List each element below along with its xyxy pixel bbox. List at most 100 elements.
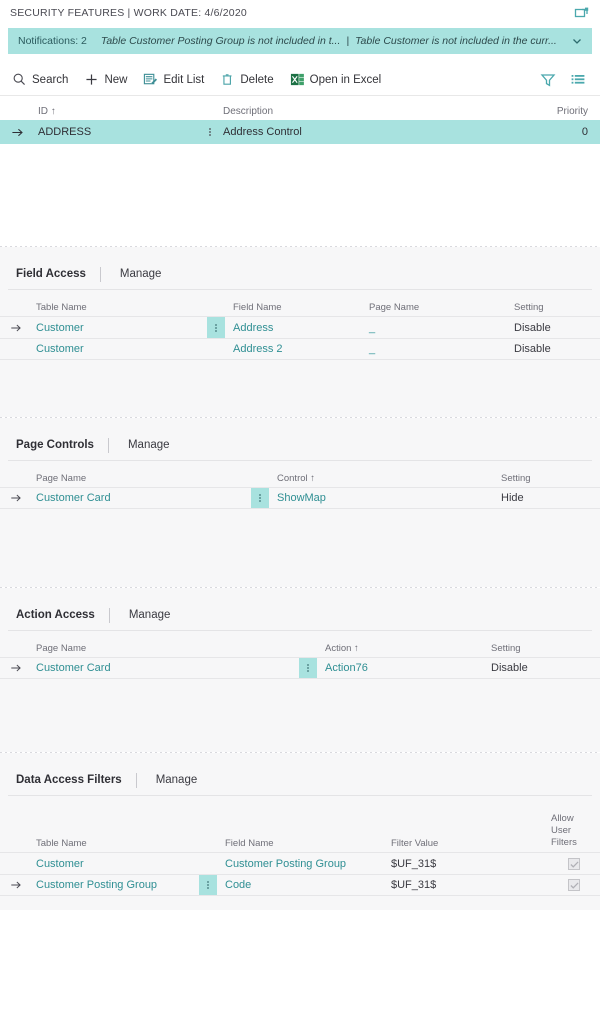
row-menu-button[interactable] [201, 120, 219, 144]
allow-user-filters-checkbox[interactable] [567, 879, 580, 891]
row-menu-button[interactable] [199, 853, 217, 874]
cell-page-name[interactable]: _ [365, 322, 510, 334]
filter-icon[interactable] [540, 72, 556, 88]
cell-page-name[interactable]: Customer Card [32, 662, 299, 674]
security-features-grid: ID ↑ Description Priority ADDRESS Addres… [0, 96, 600, 246]
row-menu-button[interactable] [299, 658, 317, 678]
new-button[interactable]: New [84, 72, 127, 87]
cell-table-name[interactable]: Customer [32, 343, 207, 355]
notification-message-2[interactable]: Table Customer is not included in the cu… [355, 35, 557, 47]
cell-table-name[interactable]: Customer [32, 322, 207, 334]
cell-page-name[interactable]: Customer Card [32, 492, 251, 504]
row-selected-indicator [0, 126, 34, 139]
table-row[interactable]: Customer Address 2 _ Disable [0, 338, 600, 360]
table-row[interactable]: Customer Posting Group Code $UF_31$ [0, 874, 600, 896]
column-header-setting[interactable]: Setting [497, 473, 600, 484]
table-row[interactable]: Customer Address _ Disable [0, 316, 600, 338]
table-row[interactable]: Customer Card Action76 Disable [0, 657, 600, 679]
page-controls-header-row: Page Name Control ↑ Setting [0, 461, 600, 487]
column-header-field-name[interactable]: Field Name [217, 838, 387, 849]
page-controls-manage-button[interactable]: Manage [109, 439, 170, 451]
delete-button[interactable]: Delete [220, 72, 274, 87]
column-header-page-name[interactable]: Page Name [365, 302, 510, 313]
table-row[interactable]: Customer Card ShowMap Hide [0, 487, 600, 509]
row-menu-header [201, 102, 219, 120]
field-access-empty-space [0, 360, 600, 417]
command-bar: Search New Edit List Delete Open in Exce… [0, 64, 600, 96]
cell-table-name[interactable]: Customer [32, 858, 199, 870]
allow-user-filters-checkbox[interactable] [567, 857, 580, 870]
field-access-title: Field Access [16, 268, 86, 280]
action-access-empty-space [0, 679, 600, 752]
cell-page-name[interactable]: _ [365, 343, 510, 355]
column-header-allow-user-filters[interactable]: Allow User Filters [547, 813, 600, 849]
cell-allow-user-filters[interactable] [547, 879, 600, 891]
column-header-priority[interactable]: Priority [530, 106, 600, 117]
data-access-filters-manage-button[interactable]: Manage [137, 774, 198, 786]
allow-header-line-2: User [551, 825, 572, 836]
cell-description[interactable]: Address Control [219, 126, 530, 138]
list-view-icon[interactable] [570, 72, 586, 88]
data-access-filters-header: Data Access Filters Manage [0, 765, 600, 795]
column-header-action[interactable]: Action ↑ [317, 643, 487, 654]
cell-field-name[interactable]: Customer Posting Group [217, 858, 387, 870]
cell-field-name[interactable]: Address [225, 322, 365, 334]
cell-field-name[interactable]: Address 2 [225, 343, 365, 355]
column-header-control[interactable]: Control ↑ [269, 473, 497, 484]
column-header-description[interactable]: Description [219, 106, 530, 117]
cell-filter-value[interactable]: $UF_31$ [387, 879, 547, 891]
column-header-id[interactable]: ID ↑ [34, 106, 201, 117]
cell-action[interactable]: Action76 [317, 662, 487, 674]
column-header-field-name[interactable]: Field Name [225, 302, 365, 313]
cell-priority[interactable]: 0 [530, 126, 600, 138]
grid-empty-space [0, 144, 600, 246]
table-row[interactable]: ADDRESS Address Control 0 [0, 120, 600, 144]
notification-message-1[interactable]: Table Customer Posting Group is not incl… [101, 35, 341, 47]
chevron-down-icon[interactable] [570, 34, 584, 48]
part-top-spacer-4 [0, 753, 600, 765]
cell-setting[interactable]: Disable [510, 343, 600, 355]
search-button[interactable]: Search [12, 72, 68, 87]
column-header-table-name[interactable]: Table Name [32, 838, 199, 849]
cell-field-name[interactable]: Code [217, 879, 387, 891]
cell-allow-user-filters[interactable] [547, 857, 600, 870]
column-header-setting[interactable]: Setting [510, 302, 600, 313]
column-header-page-name[interactable]: Page Name [32, 643, 299, 654]
field-access-manage-button[interactable]: Manage [101, 268, 162, 280]
trash-icon [220, 72, 235, 87]
action-access-manage-button[interactable]: Manage [110, 609, 171, 621]
grid-header-row: ID ↑ Description Priority [0, 96, 600, 120]
notification-count: Notifications: 2 [18, 35, 87, 47]
column-header-filter-value[interactable]: Filter Value [387, 838, 547, 849]
cell-table-name[interactable]: Customer Posting Group [32, 879, 199, 891]
notification-messages: Table Customer Posting Group is not incl… [93, 35, 564, 47]
cell-filter-value[interactable]: $UF_31$ [387, 858, 547, 870]
row-menu-header [299, 649, 317, 654]
row-selected-indicator [0, 492, 32, 504]
cell-control[interactable]: ShowMap [269, 492, 497, 504]
data-access-filters-part: Data Access Filters Manage Table Name Fi… [0, 765, 600, 910]
row-menu-button[interactable] [251, 488, 269, 508]
action-access-header-row: Page Name Action ↑ Setting [0, 631, 600, 657]
new-button-label: New [104, 73, 128, 86]
notification-bar[interactable]: Notifications: 2 Table Customer Posting … [8, 28, 592, 54]
action-access-header: Action Access Manage [0, 600, 600, 630]
open-in-new-window-icon[interactable] [574, 5, 590, 21]
row-menu-button[interactable] [199, 875, 217, 895]
row-menu-button[interactable] [207, 317, 225, 338]
action-access-title: Action Access [16, 609, 95, 621]
table-row[interactable]: Customer Customer Posting Group $UF_31$ [0, 852, 600, 874]
open-in-excel-button[interactable]: Open in Excel [290, 72, 381, 87]
column-header-table-name[interactable]: Table Name [32, 302, 207, 313]
column-header-setting[interactable]: Setting [487, 643, 600, 654]
row-menu-button[interactable] [207, 339, 225, 359]
cell-setting[interactable]: Disable [510, 322, 600, 334]
cell-id[interactable]: ADDRESS [34, 126, 201, 138]
row-menu-header [207, 308, 225, 313]
edit-list-button[interactable]: Edit List [143, 72, 204, 87]
cell-setting[interactable]: Hide [497, 492, 600, 504]
plus-icon [84, 72, 99, 87]
allow-header-line-3: Filters [551, 837, 577, 848]
column-header-page-name[interactable]: Page Name [32, 473, 251, 484]
cell-setting[interactable]: Disable [487, 662, 600, 674]
